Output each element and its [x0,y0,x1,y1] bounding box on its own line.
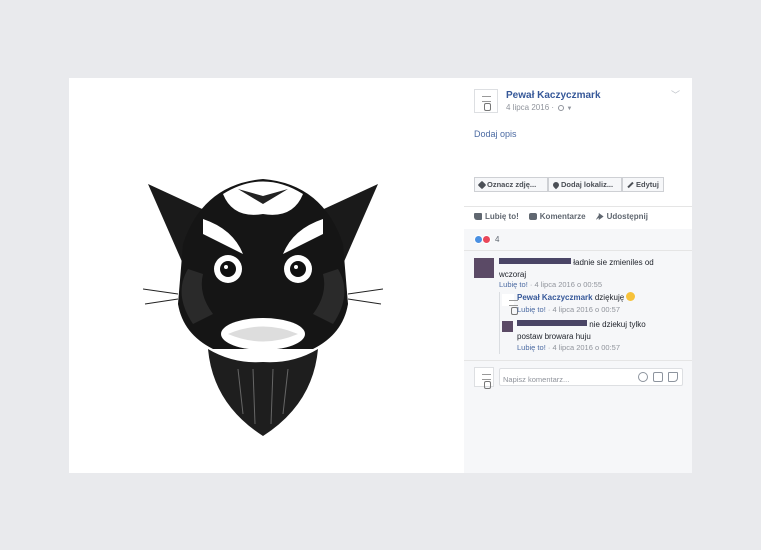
smile-emoji-icon [626,292,636,301]
divider [464,360,692,361]
comment-input[interactable] [500,371,620,388]
sticker-icon[interactable] [668,372,678,382]
post-date[interactable]: 4 lipca 2016 [506,103,549,112]
comment-icon [528,213,537,220]
comment-time[interactable]: 4 lipca 2016 o 00:55 [534,280,602,289]
reply-author[interactable]: Pewał Kaczyczmark [517,293,593,302]
comment-meta: Lubię to! · 4 lipca 2016 o 00:55 [499,280,602,289]
comment-composer[interactable] [499,368,683,388]
divider [464,206,692,207]
share-label: Udostępnij [606,212,648,221]
page-avatar-small[interactable] [502,294,518,315]
reactions-summary[interactable]: 4 [474,235,499,244]
tag-photo-button[interactable]: Oznacz zdję... [474,177,548,192]
reply-text: dziękuję [594,293,625,302]
redacted-name[interactable] [517,320,587,326]
thumbs-up-icon [474,213,482,220]
like-action[interactable]: Lubię to! [474,212,519,221]
location-pin-icon [551,180,561,189]
add-location-label: Dodaj lokaliz... [561,180,614,189]
edit-button[interactable]: Edytuj [622,177,664,192]
meta-separator: · [551,103,555,112]
commenter-avatar-small[interactable] [502,321,513,332]
tag-icon [477,180,487,189]
add-location-button[interactable]: Dodaj lokaliz... [548,177,622,192]
tag-photo-label: Oznacz zdję... [487,180,537,189]
reply-time[interactable]: 4 lipca 2016 o 00:57 [552,305,620,314]
emoji-icon[interactable] [638,372,648,382]
post-meta: 4 lipca 2016 · ▼ [506,103,572,112]
reactions-count: 4 [495,235,500,244]
photo-tools: Oznacz zdję... Dodaj lokaliz... Edytuj [474,177,664,192]
privacy-caret-icon[interactable]: ▼ [567,106,573,112]
comment-label: Komentarze [539,212,586,221]
redacted-name[interactable] [499,258,571,264]
add-description-link[interactable]: Dodaj opis [474,129,517,139]
comment-action[interactable]: Komentarze [528,212,586,221]
love-reaction-icon [482,235,491,244]
pencil-icon [627,181,634,188]
composer-avatar [474,367,494,389]
divider [464,250,692,251]
share-action[interactable]: Udostępnij [595,212,648,221]
post-options-chevron-icon[interactable]: ﹀ [671,88,680,101]
camera-icon[interactable] [653,372,663,382]
cat-man-drawing [143,179,383,436]
photo-viewer: Pewał Kaczyczmark 4 lipca 2016 · ▼ ﹀ Dod… [69,78,692,473]
reply-like-link[interactable]: Lubię to! [517,343,546,352]
post-actions: Lubię to! Komentarze Udostępnij [474,212,658,221]
reply-body: Pewał Kaczyczmark dziękuję [517,292,677,304]
reply-thread-line [499,292,500,354]
post-author[interactable]: Pewał Kaczyczmark [506,90,601,101]
page-avatar[interactable] [474,89,498,113]
comment-body: ładnie sie zmieniles od wczoraj [499,257,659,281]
like-label: Lubię to! [485,212,519,221]
reply-time[interactable]: 4 lipca 2016 o 00:57 [552,343,620,352]
edit-label: Edytuj [636,180,659,189]
photo[interactable] [69,78,464,473]
reply-meta: Lubię to! · 4 lipca 2016 o 00:57 [517,305,620,314]
share-icon [595,213,604,220]
commenter-avatar[interactable] [474,258,494,278]
post-sidebar: Pewał Kaczyczmark 4 lipca 2016 · ▼ ﹀ Dod… [464,78,692,473]
comment-like-link[interactable]: Lubię to! [499,280,528,289]
privacy-globe-icon[interactable] [558,105,565,111]
composer-icons [633,372,678,382]
reply-body: nie dziekuj tylko postaw browara huju [517,319,667,343]
reply-like-link[interactable]: Lubię to! [517,305,546,314]
reply-meta: Lubię to! · 4 lipca 2016 o 00:57 [517,343,620,352]
